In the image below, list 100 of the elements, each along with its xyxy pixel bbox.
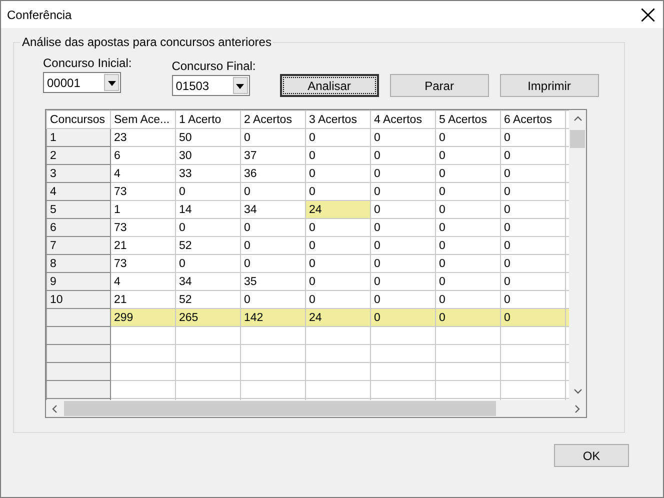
table-cell: 0 bbox=[370, 200, 436, 218]
vertical-scrollbar[interactable] bbox=[569, 110, 586, 400]
column-header[interactable]: 5 Acertos bbox=[436, 110, 500, 128]
row-header: 3 bbox=[46, 164, 110, 182]
table-cell: 24 bbox=[306, 308, 370, 326]
table-cell: 0 bbox=[370, 182, 436, 200]
window-title: Conferência bbox=[7, 8, 72, 22]
table-cell: 37 bbox=[240, 146, 306, 164]
table-cell: 50 bbox=[176, 128, 240, 146]
dropdown-value: 00001 bbox=[47, 76, 80, 90]
table-cell: 0 bbox=[500, 146, 566, 164]
table-cell: 0 bbox=[500, 236, 566, 254]
table-cell: 33 bbox=[176, 164, 240, 182]
scrollbar-thumb[interactable] bbox=[570, 130, 585, 148]
table-cell: 0 bbox=[306, 146, 370, 164]
table-cell: 0 bbox=[500, 218, 566, 236]
table-cell: 0 bbox=[370, 254, 436, 272]
column-header[interactable]: 1 Acerto bbox=[176, 110, 240, 128]
dropdown[interactable]: 00001 bbox=[43, 72, 121, 93]
table-cell: 14 bbox=[176, 200, 240, 218]
table-cell: 73 bbox=[110, 218, 176, 236]
table-cell: 52 bbox=[176, 236, 240, 254]
table-cell: 0 bbox=[436, 308, 500, 326]
ok-button[interactable]: OK bbox=[554, 444, 629, 467]
table-cell: 0 bbox=[240, 254, 306, 272]
table-cell: 0 bbox=[500, 182, 566, 200]
field-label: Concurso Inicial: bbox=[43, 56, 132, 70]
scrollbar-thumb[interactable] bbox=[64, 401, 496, 416]
table-cell: 0 bbox=[500, 128, 566, 146]
action-button[interactable]: Parar bbox=[390, 74, 489, 97]
column-header[interactable]: 2 Acertos bbox=[240, 110, 306, 128]
field-label: Concurso Final: bbox=[172, 59, 256, 73]
table-cell: 0 bbox=[306, 272, 370, 290]
table-cell: 0 bbox=[306, 254, 370, 272]
table-cell: 0 bbox=[436, 272, 500, 290]
table-cell: 0 bbox=[176, 218, 240, 236]
row-header: 1 bbox=[46, 128, 110, 146]
scroll-right-icon[interactable] bbox=[572, 404, 582, 414]
table-cell: 0 bbox=[176, 182, 240, 200]
group-title: Análise das apostas para concursos anteriores bbox=[20, 35, 274, 49]
table-cell: 0 bbox=[240, 128, 306, 146]
table-cell: 0 bbox=[436, 128, 500, 146]
table-cell: 0 bbox=[370, 218, 436, 236]
table-cell: 0 bbox=[436, 218, 500, 236]
table-cell: 0 bbox=[176, 254, 240, 272]
table-cell: 0 bbox=[240, 218, 306, 236]
table-cell: 0 bbox=[436, 182, 500, 200]
table-cell: 0 bbox=[240, 236, 306, 254]
horizontal-scrollbar[interactable] bbox=[46, 400, 586, 417]
row-header: 4 bbox=[46, 182, 110, 200]
table-cell: 34 bbox=[240, 200, 306, 218]
table-cell: 0 bbox=[500, 164, 566, 182]
row-header: 8 bbox=[46, 254, 110, 272]
table-cell: 0 bbox=[370, 164, 436, 182]
column-header[interactable]: 6 Acertos bbox=[500, 110, 566, 128]
table-cell: 24 bbox=[306, 200, 370, 218]
table-cell: 0 bbox=[306, 164, 370, 182]
row-header: 2 bbox=[46, 146, 110, 164]
table-cell: 0 bbox=[370, 308, 436, 326]
table-cell: 0 bbox=[370, 146, 436, 164]
table-cell: 36 bbox=[240, 164, 306, 182]
table-cell: 0 bbox=[436, 200, 500, 218]
row-header: 9 bbox=[46, 272, 110, 290]
table-cell: 30 bbox=[176, 146, 240, 164]
action-button[interactable]: Analisar bbox=[280, 74, 379, 97]
close-icon[interactable] bbox=[641, 8, 655, 22]
column-header[interactable]: Concursos bbox=[46, 110, 110, 128]
row-header: 7 bbox=[46, 236, 110, 254]
table-cell: 265 bbox=[176, 308, 240, 326]
table-cell: 0 bbox=[500, 254, 566, 272]
table-cell: 73 bbox=[110, 254, 176, 272]
row-header: 6 bbox=[46, 218, 110, 236]
table-cell: 0 bbox=[436, 236, 500, 254]
table-cell: 1 bbox=[110, 200, 176, 218]
table-cell: 0 bbox=[436, 164, 500, 182]
table-cell: 6 bbox=[110, 146, 176, 164]
table-cell: 0 bbox=[370, 272, 436, 290]
column-header[interactable]: 4 Acertos bbox=[370, 110, 436, 128]
row-header: 5 bbox=[46, 200, 110, 218]
column-header[interactable]: Sem Ace... bbox=[110, 110, 176, 128]
column-header[interactable]: 3 Acertos bbox=[306, 110, 370, 128]
table-cell: 0 bbox=[306, 218, 370, 236]
table-cell: 0 bbox=[306, 236, 370, 254]
table-cell: 23 bbox=[110, 128, 176, 146]
table-cell: 34 bbox=[176, 272, 240, 290]
table-cell: 0 bbox=[500, 308, 566, 326]
table-cell: 0 bbox=[370, 128, 436, 146]
table-cell: 0 bbox=[306, 128, 370, 146]
scroll-down-icon[interactable] bbox=[572, 386, 582, 396]
dropdown[interactable]: 01503 bbox=[172, 75, 250, 96]
table-cell: 4 bbox=[110, 164, 176, 182]
table-cell: 0 bbox=[240, 182, 306, 200]
action-button[interactable]: Imprimir bbox=[500, 74, 599, 97]
dropdown-value: 01503 bbox=[176, 78, 210, 92]
table-cell: 0 bbox=[436, 146, 500, 164]
table-cell: 0 bbox=[500, 272, 566, 290]
table-cell: 35 bbox=[240, 272, 306, 290]
table-cell: 0 bbox=[436, 254, 500, 272]
table-cell: 0 bbox=[500, 200, 566, 218]
scroll-left-icon[interactable] bbox=[50, 404, 60, 414]
